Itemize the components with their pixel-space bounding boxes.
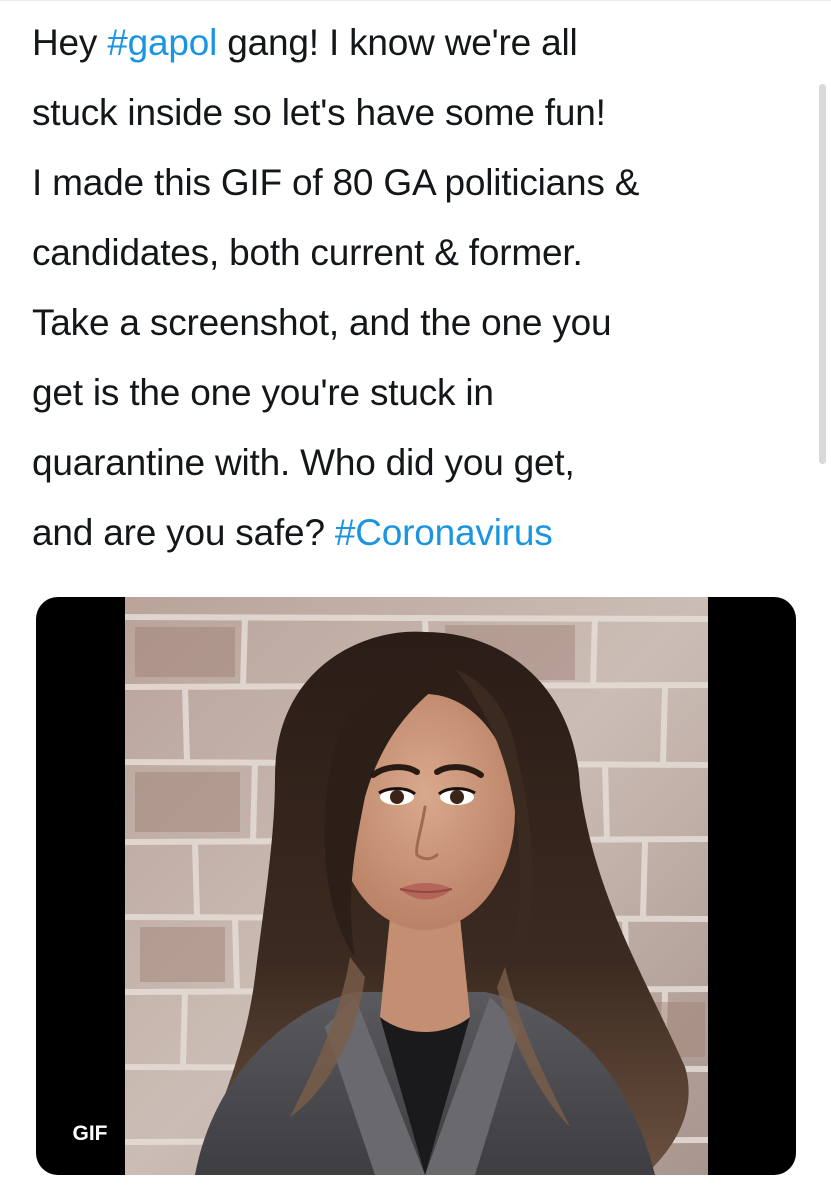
tweet-text: Hey #gapol gang! I know we're all stuck … [32, 8, 812, 568]
gif-media-card[interactable]: GIF [36, 597, 796, 1175]
tweet-text-line: I made this GIF of 80 GA politicians & [32, 162, 640, 203]
gif-badge: GIF [56, 1113, 124, 1155]
tweet-paragraph-1: Hey #gapol gang! I know we're all stuck … [32, 8, 812, 148]
scroll-indicator[interactable] [819, 84, 826, 464]
portrait-illustration [125, 597, 708, 1175]
tweet-paragraph-2: I made this GIF of 80 GA politicians & c… [32, 148, 812, 568]
hashtag-coronavirus-link[interactable]: #Coronavirus [335, 512, 553, 553]
tweet-text-segment: Hey [32, 22, 108, 63]
tweet-text-segment: gang! I know we're all [217, 22, 578, 63]
tweet-text-line: get is the one you're stuck in [32, 372, 494, 413]
tweet-text-segment: and are you safe? [32, 512, 335, 553]
top-divider [0, 0, 831, 1]
gif-portrait-image[interactable] [125, 597, 708, 1175]
hashtag-gapol-link[interactable]: #gapol [107, 22, 217, 63]
tweet-text-line: candidates, both current & former. [32, 232, 583, 273]
tweet-text-line: Take a screenshot, and the one you [32, 302, 612, 343]
tweet-text-line: quarantine with. Who did you get, [32, 442, 575, 483]
tweet-text-segment: stuck inside so let's have some fun! [32, 92, 606, 133]
